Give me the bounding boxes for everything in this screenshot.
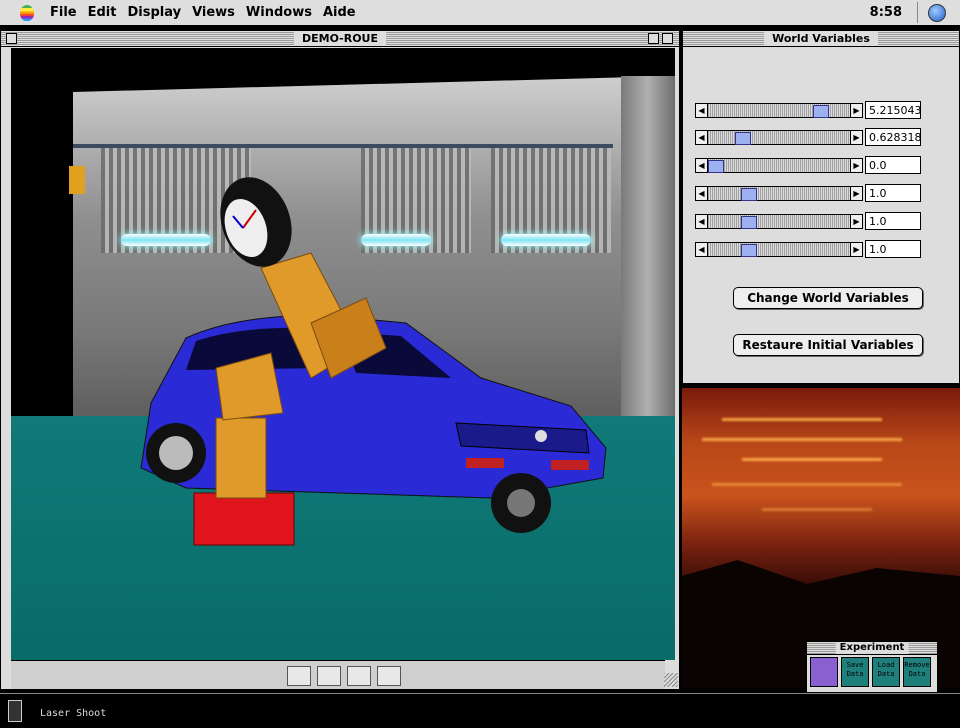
demo-roue-titlebar[interactable]: DEMO-ROUE — [1, 31, 679, 47]
slider-thumb[interactable] — [708, 160, 724, 173]
application-menu-icon[interactable] — [928, 4, 946, 22]
menu-edit[interactable]: Edit — [88, 5, 117, 20]
slider-left-arrow-icon[interactable]: ◀ — [696, 131, 708, 144]
scene-objects — [140, 177, 607, 546]
world-variable-value-field[interactable]: 0.0 — [865, 156, 921, 174]
status-text: Laser Shoot — [40, 708, 107, 719]
menu-file[interactable]: File — [50, 5, 77, 20]
restore-initial-variables-button[interactable]: Restaure Initial Variables — [733, 334, 923, 356]
viewport-toolbar — [11, 660, 665, 689]
slider-left-arrow-icon[interactable]: ◀ — [696, 215, 708, 228]
menu-bar: File Edit Display Views Windows Aide 8:5… — [0, 0, 960, 26]
save-data-button[interactable]: Save Data — [841, 657, 869, 687]
load-data-button[interactable]: Load Data — [872, 657, 900, 687]
world-variable-value-field[interactable]: 5.2150438 — [865, 101, 921, 119]
menu-windows[interactable]: Windows — [246, 5, 312, 20]
menu-clock[interactable]: 8:58 — [870, 5, 902, 20]
3d-viewport[interactable] — [11, 48, 675, 660]
laser-tool-icon[interactable] — [810, 657, 838, 687]
world-variable-value-field[interactable]: 0.6283185 — [865, 128, 921, 146]
remove-data-button[interactable]: Remove Data — [903, 657, 931, 687]
sun-reflection — [742, 458, 882, 461]
world-variable-value-field[interactable]: 1.0 — [865, 212, 921, 230]
sun-reflection — [722, 418, 882, 421]
slider-track[interactable]: ◀ ▶ — [695, 214, 863, 229]
slider-track[interactable]: ◀ ▶ — [695, 158, 863, 173]
sun-reflection — [762, 508, 872, 511]
status-icon — [8, 700, 22, 722]
slider-left-arrow-icon[interactable]: ◀ — [696, 104, 708, 117]
rotate-object-icon[interactable] — [377, 666, 401, 686]
slider-thumb[interactable] — [741, 216, 758, 229]
slider-right-arrow-icon[interactable]: ▶ — [850, 104, 862, 117]
slider-left-arrow-icon[interactable]: ◀ — [696, 243, 708, 256]
status-bar: Laser Shoot — [0, 693, 960, 728]
slider-thumb[interactable] — [741, 244, 758, 257]
slider-right-arrow-icon[interactable]: ▶ — [850, 243, 862, 256]
slider-right-arrow-icon[interactable]: ▶ — [850, 131, 862, 144]
experiment-palette: Experiment Save Data Load Data Remove Da… — [806, 641, 938, 693]
experiment-titlebar[interactable]: Experiment — [807, 642, 937, 655]
window-title: DEMO-ROUE — [294, 31, 386, 46]
slider-left-arrow-icon[interactable]: ◀ — [696, 159, 708, 172]
slider-track[interactable]: ◀ ▶ — [695, 242, 863, 257]
move-down-icon[interactable] — [317, 666, 341, 686]
menu-divider — [917, 2, 918, 23]
cube-icon[interactable] — [347, 666, 371, 686]
slider-thumb[interactable] — [734, 132, 751, 145]
menu-aide[interactable]: Aide — [323, 5, 356, 20]
zoom-box-icon[interactable] — [662, 33, 673, 44]
slider-thumb[interactable] — [812, 105, 829, 118]
menu-views[interactable]: Views — [192, 5, 235, 20]
sun-reflection — [702, 438, 902, 441]
world-variables-window: World Variables ◀▶5.2150438◀▶0.6283185◀▶… — [682, 30, 960, 384]
close-box-icon[interactable] — [6, 33, 17, 44]
collapse-box-icon[interactable] — [648, 33, 659, 44]
slider-thumb[interactable] — [741, 188, 758, 201]
world-variables-title: World Variables — [764, 31, 878, 46]
camera-icon[interactable] — [287, 666, 311, 686]
apple-menu-icon[interactable] — [20, 4, 34, 21]
slider-track[interactable]: ◀ ▶ — [695, 186, 863, 201]
slider-track[interactable]: ◀ ▶ — [695, 130, 863, 145]
sun-reflection — [712, 483, 902, 486]
world-variable-value-field[interactable]: 1.0 — [865, 240, 921, 258]
experiment-title: Experiment — [835, 642, 909, 654]
slider-track[interactable]: ◀ ▶ — [695, 103, 863, 118]
world-variables-titlebar[interactable]: World Variables — [683, 31, 959, 47]
world-variable-value-field[interactable]: 1.0 — [865, 184, 921, 202]
change-world-variables-button[interactable]: Change World Variables — [733, 287, 923, 309]
slider-right-arrow-icon[interactable]: ▶ — [850, 187, 862, 200]
slider-right-arrow-icon[interactable]: ▶ — [850, 159, 862, 172]
slider-left-arrow-icon[interactable]: ◀ — [696, 187, 708, 200]
slider-right-arrow-icon[interactable]: ▶ — [850, 215, 862, 228]
menu-display[interactable]: Display — [127, 5, 181, 20]
resize-grow-box[interactable] — [664, 673, 678, 687]
